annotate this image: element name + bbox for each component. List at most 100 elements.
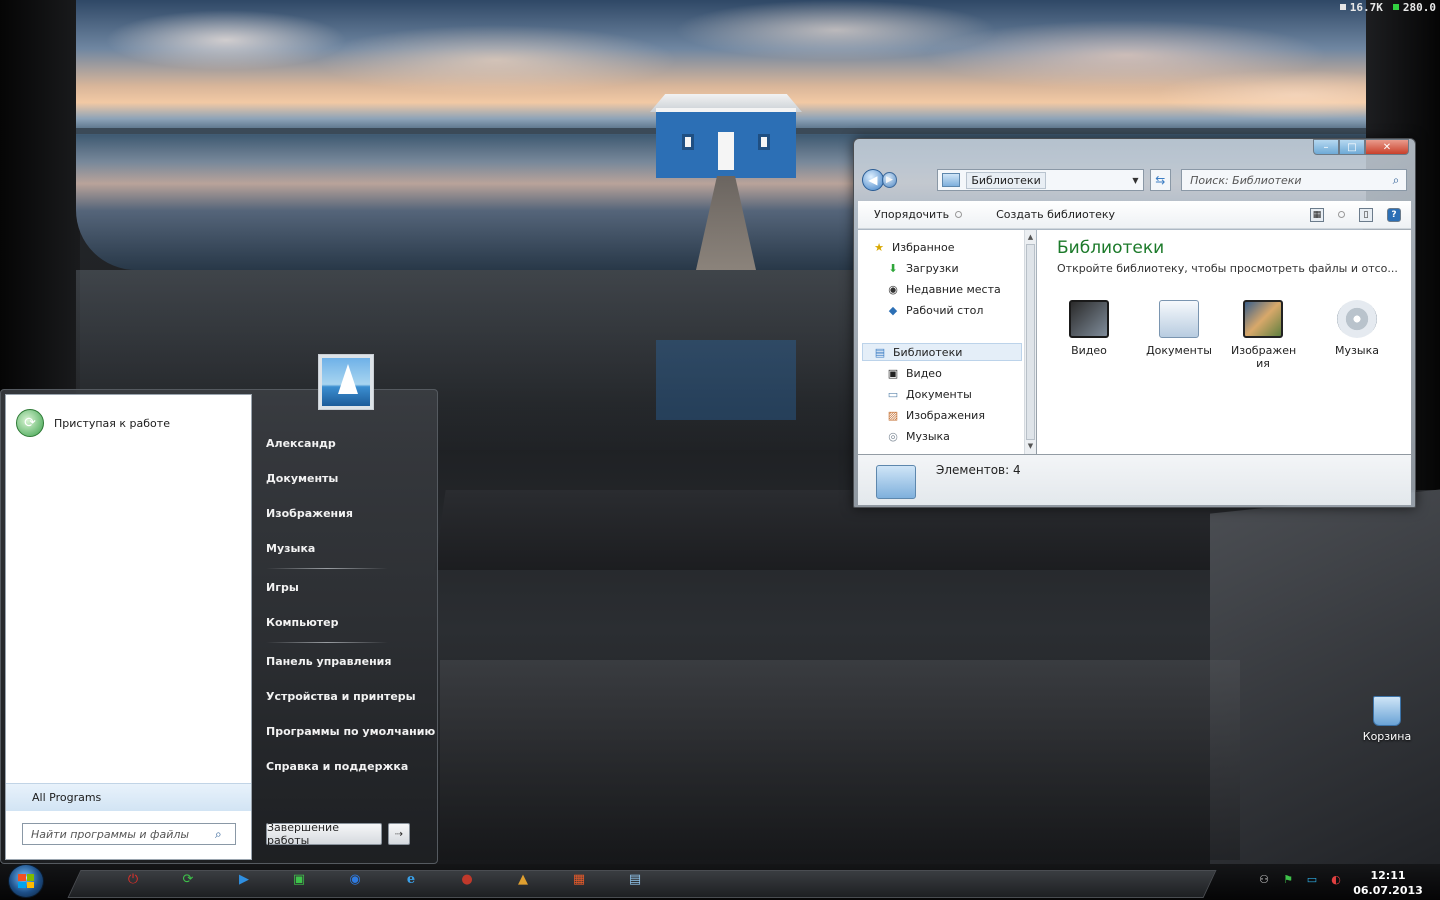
user-avatar[interactable]: [318, 354, 374, 410]
start-menu-separator: [266, 642, 388, 643]
address-breadcrumb[interactable]: Библиотеки: [966, 171, 1046, 189]
folder-icon[interactable]: ▤: [626, 870, 644, 888]
start-item-devices-printers[interactable]: Устройства и принтеры: [266, 690, 416, 703]
all-programs-label: All Programs: [32, 791, 102, 804]
wallpaper-house-window: [682, 134, 694, 150]
libraries-folder-icon: [942, 173, 961, 187]
getting-started-item[interactable]: ⟳ Приступая к работе: [16, 409, 170, 437]
flag-icon[interactable]: ⚑: [1280, 872, 1296, 886]
search-placeholder: Поиск: Библиотеки: [1190, 173, 1302, 187]
nav-images[interactable]: ▨ Изображения: [886, 406, 985, 424]
nav-libraries-label: Библиотеки: [893, 345, 963, 359]
meter-cpu-value: 280.0: [1402, 0, 1436, 14]
nav-documents[interactable]: ▭ Документы: [886, 385, 972, 403]
nav-images-label: Изображения: [906, 408, 985, 422]
all-programs-button[interactable]: All Programs: [6, 783, 251, 811]
start-item-documents[interactable]: Документы: [266, 472, 338, 485]
page-subtitle: Откройте библиотеку, чтобы просмотреть ф…: [1057, 262, 1397, 275]
recycle-bin-desktop-icon[interactable]: Корзина: [1358, 696, 1416, 743]
start-item-computer[interactable]: Компьютер: [266, 616, 339, 629]
record-icon[interactable]: ●: [458, 870, 476, 888]
start-item-games[interactable]: Игры: [266, 581, 299, 594]
scroll-down-icon[interactable]: ▼: [1025, 440, 1036, 452]
nav-video[interactable]: ▣ Видео: [886, 364, 942, 382]
new-library-label: Создать библиотеку: [996, 208, 1116, 221]
new-library-button[interactable]: Создать библиотеку: [996, 208, 1115, 221]
images-library-icon: [1243, 300, 1283, 338]
search-input[interactable]: Поиск: Библиотеки ⌕: [1181, 169, 1407, 191]
help-icon[interactable]: ?: [1387, 207, 1401, 222]
start-item-images[interactable]: Изображения: [266, 507, 353, 520]
close-button[interactable]: ✕: [1365, 139, 1409, 155]
wallpaper-slab: [440, 660, 1240, 860]
nav-scrollbar[interactable]: ▲ ▼: [1024, 230, 1036, 454]
media-player-icon[interactable]: ▶: [235, 870, 253, 888]
refresh-button[interactable]: ⇆: [1149, 169, 1172, 191]
power-icon[interactable]: ⏻: [124, 870, 142, 888]
page-title: Библиотеки: [1057, 238, 1165, 258]
start-item-user[interactable]: Александр: [266, 437, 336, 450]
display-icon[interactable]: ▭: [1304, 872, 1320, 886]
volume-icon[interactable]: ◐: [1328, 872, 1344, 886]
download-icon: ⬇: [888, 261, 898, 275]
nav-downloads[interactable]: ⬇ Загрузки: [886, 259, 958, 277]
nav-favorites-label: Избранное: [892, 240, 955, 254]
refresh-green-icon[interactable]: ⟳: [179, 870, 197, 888]
play-circle-icon[interactable]: ◉: [346, 870, 364, 888]
chevron-down-icon[interactable]: ▼: [1132, 176, 1138, 185]
film-icon: ▣: [887, 366, 899, 380]
search-icon[interactable]: ⌕: [1386, 170, 1406, 190]
nav-libraries[interactable]: ▤ Библиотеки: [862, 343, 1022, 361]
rocket-icon[interactable]: ▲: [514, 870, 532, 888]
library-tile-documents[interactable]: Документы: [1141, 300, 1217, 357]
libraries-large-icon: [876, 465, 916, 499]
search-icon[interactable]: ⌕: [215, 827, 235, 842]
nav-recent-places-label: Недавние места: [906, 282, 1001, 296]
preview-pane-icon[interactable]: ▯: [1359, 207, 1373, 222]
nav-desktop[interactable]: ◆ Рабочий стол: [886, 301, 984, 319]
windows-grid-icon[interactable]: ▦: [570, 870, 588, 888]
nav-documents-label: Документы: [906, 387, 972, 401]
library-tile-label: Музыка: [1335, 344, 1379, 357]
monitor-icon[interactable]: ▣: [290, 870, 308, 888]
shutdown-button[interactable]: Завершение работы: [266, 821, 382, 847]
libraries-icon: ▤: [874, 345, 886, 359]
toolbar-view-controls: ▦ ▯ ?: [1310, 207, 1401, 222]
start-item-default-programs[interactable]: Программы по умолчанию: [266, 725, 435, 738]
organize-button[interactable]: Упорядочить: [874, 208, 963, 221]
start-menu: ⟳ Приступая к работе All Programs Найти …: [0, 389, 438, 864]
internet-explorer-icon[interactable]: e: [402, 870, 420, 888]
scroll-up-icon[interactable]: ▲: [1025, 231, 1036, 243]
forward-button[interactable]: ▶: [881, 172, 898, 188]
start-search-placeholder: Найти программы и файлы: [31, 827, 190, 841]
wallpaper-slab: [1210, 486, 1440, 894]
library-tile-images[interactable]: Изображен ия: [1231, 300, 1296, 370]
start-item-music[interactable]: Музыка: [266, 542, 315, 555]
maximize-button[interactable]: □: [1339, 139, 1365, 155]
system-tray: ⚇ ⚑ ▭ ◐: [1256, 872, 1344, 886]
minimize-button[interactable]: –: [1313, 139, 1339, 155]
wallpaper-house-door: [718, 132, 734, 170]
library-tile-video[interactable]: Видео: [1051, 300, 1127, 357]
address-bar[interactable]: Библиотеки ▼: [937, 169, 1144, 191]
shutdown-options-icon[interactable]: ⇢: [388, 823, 410, 845]
taskbar-clock[interactable]: 12:11 06.07.2013: [1352, 868, 1424, 898]
view-options-icon[interactable]: ▦: [1310, 207, 1324, 222]
nav-recent-places[interactable]: ◉ Недавние места: [886, 280, 1001, 298]
library-tile-music[interactable]: Музыка: [1319, 300, 1395, 357]
meter-cpu: 280.0: [1392, 0, 1436, 14]
start-menu-separator: [266, 568, 388, 569]
back-button[interactable]: ◀: [862, 169, 884, 191]
nav-music[interactable]: ◎ Музыка: [886, 427, 950, 445]
sail-shape: [338, 364, 358, 394]
start-search-input[interactable]: Найти программы и файлы ⌕: [22, 823, 236, 845]
meter-memory-icon: [1339, 4, 1346, 10]
start-item-help-support[interactable]: Справка и поддержка: [266, 760, 408, 773]
nav-desktop-label: Рабочий стол: [906, 303, 984, 317]
start-item-control-panel[interactable]: Панель управления: [266, 655, 391, 668]
nav-favorites[interactable]: ★ Избранное: [872, 238, 954, 256]
scroll-thumb[interactable]: [1026, 244, 1035, 440]
wallpaper-house-reflection: [656, 340, 796, 420]
network-person-icon[interactable]: ⚇: [1256, 872, 1272, 886]
view-dropdown-dot-icon[interactable]: [1338, 211, 1345, 218]
